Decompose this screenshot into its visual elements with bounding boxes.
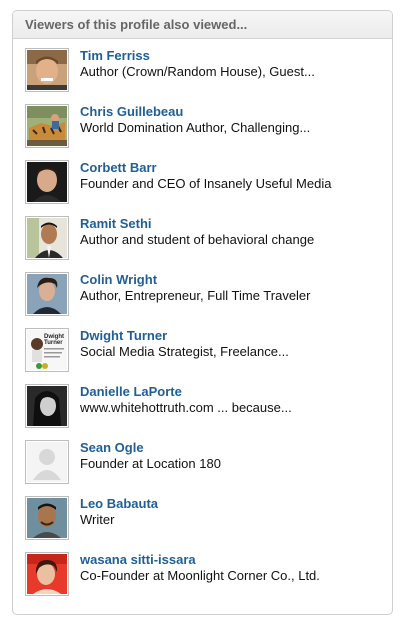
list-item: Corbett Barr Founder and CEO of Insanely… <box>13 158 392 214</box>
person-name-link[interactable]: Sean Ogle <box>80 438 392 456</box>
profile-photo[interactable] <box>25 160 69 204</box>
person-name-link[interactable]: Tim Ferriss <box>80 46 392 64</box>
chris-guillebeau-photo <box>27 106 67 146</box>
list-item: Sean Ogle Founder at Location 180 <box>13 438 392 494</box>
person-headline: Author, Entrepreneur, Full Time Traveler <box>80 288 311 303</box>
person-name-link[interactable]: Leo Babauta <box>80 494 392 512</box>
list-item: Colin Wright Author, Entrepreneur, Full … <box>13 270 392 326</box>
list-item: Chris Guillebeau World Domination Author… <box>13 102 392 158</box>
colin-wright-photo <box>27 274 67 314</box>
person-headline: Author (Crown/Random House), Guest... <box>80 64 315 79</box>
corbett-barr-photo <box>27 162 67 202</box>
list-item: wasana sitti-issara Co-Founder at Moonli… <box>13 550 392 606</box>
person-headline: www.whitehottruth.com ... because... <box>80 400 292 415</box>
also-viewed-panel: Viewers of this profile also viewed... T… <box>12 10 393 615</box>
leo-babauta-photo <box>27 498 67 538</box>
profile-photo[interactable] <box>25 272 69 316</box>
panel-title: Viewers of this profile also viewed... <box>13 11 392 39</box>
list-item: Ramit Sethi Author and student of behavi… <box>13 214 392 270</box>
person-name-link[interactable]: Dwight Turner <box>80 326 392 344</box>
profile-photo[interactable] <box>25 440 69 484</box>
people-list: Tim Ferriss Author (Crown/Random House),… <box>13 39 392 606</box>
ramit-sethi-photo <box>27 218 67 258</box>
dwight-turner-photo: Dwight Turner <box>27 330 67 370</box>
dwight-turner-photo-text-2: Turner <box>44 340 63 346</box>
profile-photo[interactable] <box>25 384 69 428</box>
profile-photo[interactable] <box>25 552 69 596</box>
person-headline: World Domination Author, Challenging... <box>80 120 311 135</box>
person-name-link[interactable]: Danielle LaPorte <box>80 382 392 400</box>
list-item: Danielle LaPorte www.whitehottruth.com .… <box>13 382 392 438</box>
person-name-link[interactable]: Colin Wright <box>80 270 392 288</box>
person-headline: Author and student of behavioral change <box>80 232 315 247</box>
person-name-link[interactable]: Ramit Sethi <box>80 214 392 232</box>
default-avatar-icon <box>27 442 67 482</box>
person-headline: Co-Founder at Moonlight Corner Co., Ltd. <box>80 568 320 583</box>
list-item: Tim Ferriss Author (Crown/Random House),… <box>13 46 392 102</box>
profile-photo[interactable] <box>25 104 69 148</box>
person-headline: Social Media Strategist, Freelance... <box>80 344 289 359</box>
person-headline: Writer <box>80 512 115 527</box>
profile-photo[interactable] <box>25 216 69 260</box>
person-name-link[interactable]: wasana sitti-issara <box>80 550 392 568</box>
list-item: Dwight Turner Dwight Turner Social Media… <box>13 326 392 382</box>
profile-photo[interactable] <box>25 48 69 92</box>
profile-photo[interactable] <box>25 496 69 540</box>
profile-photo[interactable]: Dwight Turner <box>25 328 69 372</box>
tim-ferriss-photo <box>27 50 67 90</box>
wasana-sitti-issara-photo <box>27 554 67 594</box>
person-name-link[interactable]: Corbett Barr <box>80 158 392 176</box>
list-item: Leo Babauta Writer <box>13 494 392 550</box>
danielle-laporte-photo <box>27 386 67 426</box>
person-headline: Founder at Location 180 <box>80 456 221 471</box>
person-name-link[interactable]: Chris Guillebeau <box>80 102 392 120</box>
person-headline: Founder and CEO of Insanely Useful Media <box>80 176 332 191</box>
